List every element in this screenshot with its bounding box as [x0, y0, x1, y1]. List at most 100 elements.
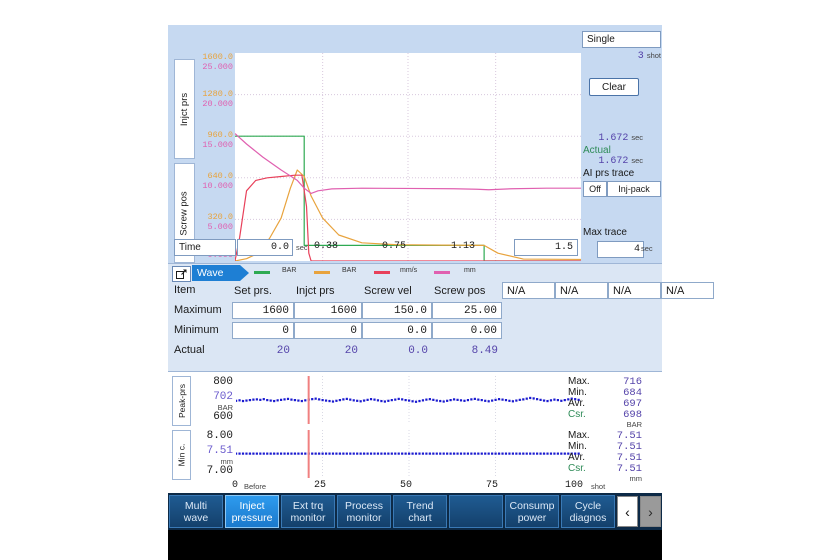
legend-swatch-injct-prs — [314, 271, 330, 274]
ai-prs-trace-label: AI prs trace — [583, 168, 634, 179]
shot-count-value: 3shot — [582, 51, 661, 64]
nav-inject-pressure-line2: pressure — [232, 512, 273, 524]
time-axis-row: Time 0.0 sec 0.38 0.75 1.13 1.5 — [174, 239, 578, 259]
legend-unit-screw-pos: mm — [464, 267, 476, 274]
y-tick-4-pos: 5.000 — [207, 223, 233, 233]
col-header-5[interactable]: N/A — [555, 282, 608, 299]
y-tick-2-pos: 15.000 — [202, 141, 233, 151]
max-set-prs[interactable]: 1600 — [232, 302, 294, 319]
y-tick-4: 320.0 5.000 — [207, 213, 233, 232]
wave-plot-svg — [235, 53, 581, 261]
legend-swatch-set-prs — [254, 271, 270, 274]
minc-stat-max: Max. 7.51 — [566, 430, 662, 441]
time-tick-1: 0.38 — [314, 241, 338, 252]
minc-stat-unit: mm — [630, 474, 643, 483]
minc-stat-avr-label: Avr. — [568, 452, 585, 463]
shot-tick-0: 0 — [232, 480, 238, 491]
wave-plot-area[interactable] — [235, 53, 581, 261]
nav-process-monitor[interactable]: Process monitor — [337, 495, 391, 528]
y-tick-3-pos: 10.000 — [202, 182, 233, 192]
minc-stat-csr: Csr. 7.51 — [566, 463, 662, 474]
peak-prs-y-max: 800 — [213, 376, 233, 388]
nav-prev-button[interactable]: ‹ — [617, 496, 638, 527]
min-screw-pos[interactable]: 0.00 — [432, 322, 502, 339]
vtab-peak-prs[interactable]: Peak-prs — [172, 376, 191, 426]
table-row-minimum: Minimum 0 0 0.0 0.00 — [172, 322, 658, 340]
expand-icon[interactable] — [172, 266, 191, 282]
min-c-plot[interactable] — [236, 430, 582, 478]
time-end-field[interactable]: 1.5 — [514, 239, 578, 256]
actual-screw-vel: 0.0 — [362, 342, 432, 359]
col-header-7[interactable]: N/A — [661, 282, 714, 299]
bottom-black-bar — [168, 530, 662, 560]
shot-count-number: 3 — [638, 51, 644, 62]
ai-trace-off-button[interactable]: Off — [583, 181, 607, 197]
max-screw-vel[interactable]: 150.0 — [362, 302, 432, 319]
vtab-injct-prs-label: Injct prs — [179, 92, 190, 125]
minc-stat-avr: Avr. 7.51 — [566, 452, 662, 463]
ai-trace-injpack-button[interactable]: Inj-pack — [607, 181, 661, 197]
trend-panel: Peak-prs 800 702 BAR 600 Max. 716 Min. 6… — [168, 371, 662, 494]
minc-stat-min-label: Min. — [568, 441, 587, 452]
shot-tick-75: 75 — [486, 480, 498, 491]
nav-ext-trq-monitor-line2: monitor — [290, 512, 325, 524]
nav-multi-wave-line1: Multi — [185, 500, 207, 512]
nav-process-monitor-line1: Process — [345, 500, 383, 512]
min-set-prs[interactable]: 0 — [232, 322, 294, 339]
nav-consump-power-line2: power — [518, 512, 547, 524]
shot-tick-100: 100 — [565, 480, 583, 491]
col-header-6[interactable]: N/A — [608, 282, 661, 299]
y-tick-2: 960.0 15.000 — [202, 131, 233, 150]
nav-inject-pressure[interactable]: Inject pressure — [225, 495, 279, 528]
wave-data-table-panel: Wave BAR BAR mm/s mm — [168, 263, 662, 372]
nav-cycle-diagnos[interactable]: Cycle diagnos — [561, 495, 615, 528]
nav-next-button[interactable]: › — [640, 496, 661, 527]
wave-right-panel: Single 3shot Clear 1.672sec Actual 1.672… — [581, 25, 662, 263]
nav-cycle-diagnos-line2: diagnos — [570, 512, 607, 524]
nav-trend-chart[interactable]: Trend chart — [393, 495, 447, 528]
vtab-min-c[interactable]: Min c. — [172, 430, 191, 480]
actual-label: Actual — [583, 145, 611, 156]
nav-inject-pressure-line1: Inject — [239, 500, 264, 512]
legend-unit-screw-vel: mm/s — [400, 267, 417, 274]
vtab-injct-prs[interactable]: Injct prs — [174, 59, 195, 159]
y-tick-0-pos: 25.000 — [202, 63, 233, 73]
nav-multi-wave-line2: wave — [184, 512, 209, 524]
legend-swatch-screw-vel — [374, 271, 390, 274]
max-trace-unit: sec — [641, 244, 653, 253]
shot-axis-unit: shot — [591, 482, 605, 491]
minc-stat-min: Min. 7.51 — [566, 441, 662, 452]
peak-stat-min-label: Min. — [568, 387, 587, 398]
nav-multi-wave[interactable]: Multi wave — [169, 495, 223, 528]
max-screw-pos[interactable]: 25.00 — [432, 302, 502, 319]
trigger-mode-field[interactable]: Single — [582, 31, 661, 48]
legend-unit-injct-prs: BAR — [342, 267, 356, 274]
time-tick-3: 1.13 — [451, 241, 475, 252]
min-c-y-axis: 8.00 7.51 mm 7.00 — [190, 430, 236, 478]
min-injct-prs[interactable]: 0 — [294, 322, 362, 339]
peak-stat-csr-label: Csr. — [568, 409, 586, 420]
tab-wave[interactable]: Wave — [192, 265, 240, 281]
max-trace-field[interactable]: 4 — [597, 241, 644, 258]
max-trace-label: Max trace — [583, 227, 627, 238]
time-start-field[interactable]: 0.0 — [237, 239, 293, 256]
nav-trend-chart-line2: chart — [408, 512, 431, 524]
peak-prs-plot[interactable] — [236, 376, 582, 424]
minc-stat-csr-label: Csr. — [568, 463, 586, 474]
wave-y-axis: 1600.0 25.000 1280.0 20.000 960.0 15.000… — [195, 53, 235, 261]
peak-prs-y-axis: 800 702 BAR 600 — [190, 376, 236, 424]
table-row-maximum: Maximum 1600 1600 150.0 25.00 — [172, 302, 658, 320]
col-header-3: Screw pos — [432, 282, 502, 299]
max-injct-prs[interactable]: 1600 — [294, 302, 362, 319]
min-screw-vel[interactable]: 0.0 — [362, 322, 432, 339]
nav-ext-trq-monitor[interactable]: Ext trq monitor — [281, 495, 335, 528]
min-c-plot-svg — [236, 430, 582, 478]
col-header-4[interactable]: N/A — [502, 282, 555, 299]
nav-consump-power[interactable]: Consump power — [505, 495, 559, 528]
clear-button[interactable]: Clear — [589, 78, 639, 96]
nav-empty-slot[interactable] — [449, 495, 503, 528]
nav-cycle-diagnos-line1: Cycle — [575, 500, 601, 512]
vtab-peak-prs-label: Peak-prs — [177, 384, 187, 418]
shot-tick-25: 25 — [314, 480, 326, 491]
nav-ext-trq-monitor-line1: Ext trq — [293, 500, 323, 512]
